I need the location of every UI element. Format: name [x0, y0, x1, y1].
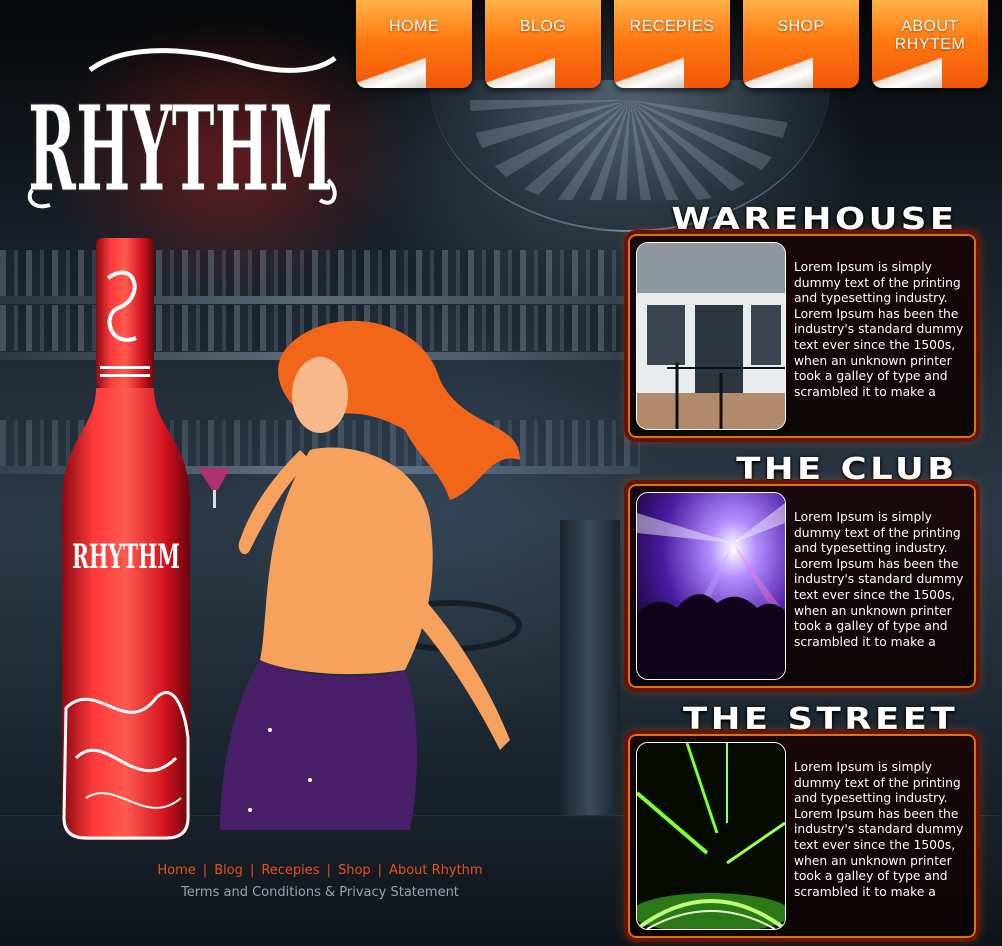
main-navigation: HOME BLOG RECEPIES SHOP ABOUT RHYTEM: [356, 0, 996, 95]
street-photo[interactable]: [636, 742, 786, 930]
section-text: Lorem Ipsum is simply dummy text of the …: [794, 260, 964, 399]
footer-terms-link[interactable]: Terms and Conditions & Privacy Statement: [0, 885, 640, 900]
section-panel-the-club: Lorem Ipsum is simply dummy text of the …: [624, 480, 980, 692]
rhythm-bottle: RHYTHM: [62, 238, 190, 840]
nav-tab-shop[interactable]: SHOP: [743, 0, 859, 88]
woman-illustration: [198, 320, 520, 830]
nav-tab-label: HOME: [389, 18, 439, 35]
section-text: Lorem Ipsum is simply dummy text of the …: [794, 760, 964, 899]
footer-link-shop[interactable]: Shop: [338, 863, 371, 878]
footer-separator: |: [202, 863, 208, 878]
warehouse-photo[interactable]: [636, 242, 786, 430]
footer-nav: Home | Blog | Recepies | Shop | About Rhythm: [0, 863, 640, 878]
nav-tab-about[interactable]: ABOUT RHYTEM: [872, 0, 988, 88]
nav-tab-label: SHOP: [777, 18, 825, 35]
footer-link-home[interactable]: Home: [157, 863, 195, 878]
section-panel-the-street: Lorem Ipsum is simply dummy text of the …: [624, 730, 980, 942]
footer-link-recepies[interactable]: Recepies: [261, 863, 319, 878]
nav-tab-blog[interactable]: BLOG: [485, 0, 601, 88]
nav-tab-home[interactable]: HOME: [356, 0, 472, 88]
nav-tab-label: BLOG: [519, 18, 567, 35]
footer-separator: |: [377, 863, 383, 878]
footer-link-blog[interactable]: Blog: [214, 863, 243, 878]
logo-text: RHYTHM: [28, 79, 333, 218]
nav-tab-label: RECEPIES: [629, 18, 715, 35]
bottle-label: RHYTHM: [72, 537, 180, 577]
rhythm-logo: RHYTHM: [28, 48, 337, 219]
section-text: Lorem Ipsum is simply dummy text of the …: [794, 510, 964, 649]
nav-tab-recepies[interactable]: RECEPIES: [614, 0, 730, 88]
nav-tab-label: ABOUT RHYTEM: [894, 18, 966, 53]
bar-pillar: [560, 520, 620, 820]
footer-separator: |: [249, 863, 255, 878]
footer-link-about-rhythm[interactable]: About Rhythm: [389, 863, 483, 878]
section-panel-warehouse: Lorem Ipsum is simply dummy text of the …: [624, 230, 980, 442]
footer-separator: |: [326, 863, 331, 878]
club-photo[interactable]: [636, 492, 786, 680]
